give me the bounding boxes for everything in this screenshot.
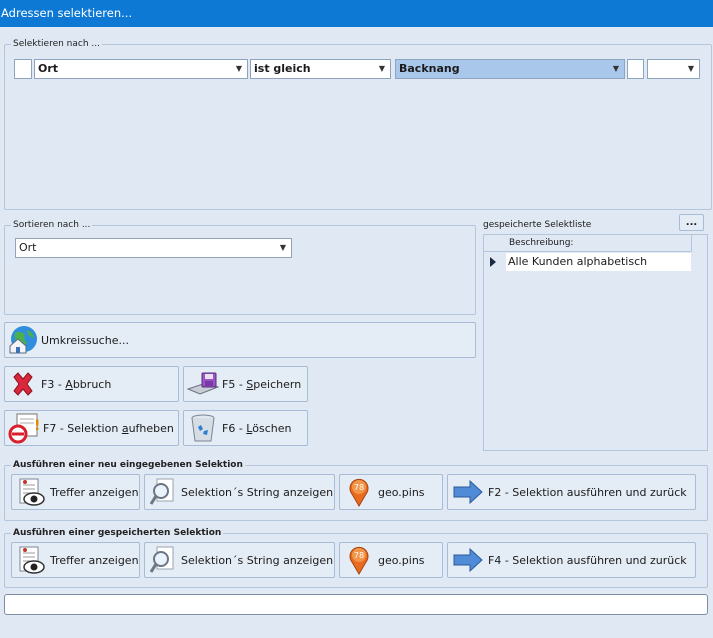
saved-list-column-header: Beschreibung: bbox=[509, 238, 574, 248]
select-suffix-box[interactable] bbox=[627, 59, 644, 79]
sort-field-combo[interactable]: Ort ▼ bbox=[15, 238, 292, 258]
sort-group-legend: Sortieren nach ... bbox=[11, 219, 93, 231]
speichern-button[interactable]: F5 - Speichern bbox=[183, 366, 308, 402]
exec-new-geo-button[interactable]: 78 geo.pins bbox=[339, 474, 443, 510]
saved-list-header: Beschreibung: bbox=[484, 235, 692, 252]
select-field-value: Ort bbox=[38, 62, 59, 75]
exec-saved-string-button[interactable]: Selektion´s String anzeigen bbox=[144, 542, 335, 578]
exec-new-treffer-button[interactable]: Treffer anzeigen bbox=[11, 474, 140, 510]
select-value-text: Backnang bbox=[399, 62, 460, 75]
abbruch-label: F3 - Abbruch bbox=[41, 377, 112, 391]
arrow-right-icon bbox=[448, 547, 488, 573]
saved-list-label: gespeicherte Selektliste bbox=[483, 220, 592, 230]
selektion-aufheben-label: F7 - Selektion aufheben bbox=[43, 421, 174, 435]
chevron-down-icon[interactable]: ▼ bbox=[608, 60, 624, 78]
saved-list-more-label: ... bbox=[685, 217, 698, 228]
exec-saved-geo-label: geo.pins bbox=[378, 553, 425, 567]
exec-saved-execute-label: F4 - Selektion ausführen und zurück bbox=[488, 553, 687, 567]
speichern-label: F5 - Speichern bbox=[222, 377, 302, 391]
no-entry-icon: ! bbox=[5, 412, 43, 444]
map-pin-icon: 78 bbox=[340, 476, 378, 508]
trash-icon bbox=[184, 413, 222, 443]
chevron-down-icon[interactable]: ▼ bbox=[374, 60, 390, 78]
loeschen-button[interactable]: F6 - Löschen bbox=[183, 410, 308, 446]
map-pin-icon: 78 bbox=[340, 544, 378, 576]
select-value-combo[interactable]: Backnang ▼ bbox=[395, 59, 625, 79]
exec-saved-legend: Ausführen einer gespeicherten Selektion bbox=[11, 527, 224, 539]
svg-text:!: ! bbox=[34, 418, 40, 434]
chevron-down-icon[interactable]: ▼ bbox=[683, 60, 699, 78]
saved-list-more-button[interactable]: ... bbox=[679, 214, 704, 231]
exec-new-execute-button[interactable]: F2 - Selektion ausführen und zurück bbox=[447, 474, 696, 510]
magnifier-document-icon bbox=[145, 545, 181, 575]
progress-bar bbox=[4, 594, 708, 615]
close-icon bbox=[5, 371, 41, 397]
chevron-down-icon[interactable]: ▼ bbox=[231, 60, 247, 78]
magnifier-document-icon bbox=[145, 477, 181, 507]
loeschen-label: F6 - Löschen bbox=[222, 421, 292, 435]
abbruch-button[interactable]: F3 - Abbruch bbox=[4, 366, 179, 402]
exec-saved-geo-button[interactable]: 78 geo.pins bbox=[339, 542, 443, 578]
umkreis-label: Umkreissuche... bbox=[41, 333, 129, 347]
sort-field-value: Ort bbox=[19, 241, 37, 254]
selektion-aufheben-button[interactable]: ! F7 - Selektion aufheben bbox=[4, 410, 179, 446]
save-disk-icon bbox=[184, 371, 222, 397]
exec-new-string-button[interactable]: Selektion´s String anzeigen bbox=[144, 474, 335, 510]
globe-icon bbox=[5, 323, 41, 357]
exec-saved-treffer-label: Treffer anzeigen bbox=[50, 553, 139, 567]
eye-document-icon bbox=[12, 477, 50, 507]
select-extra-combo[interactable]: ▼ bbox=[647, 59, 700, 79]
exec-new-legend: Ausführen einer neu eingegebenen Selekti… bbox=[11, 459, 245, 471]
select-field-combo[interactable]: Ort ▼ bbox=[34, 59, 248, 79]
select-group-legend: Selektieren nach ... bbox=[11, 38, 102, 50]
select-prefix-box[interactable] bbox=[14, 59, 32, 79]
saved-list-row-label: Alle Kunden alphabetisch bbox=[506, 253, 691, 271]
exec-saved-execute-button[interactable]: F4 - Selektion ausführen und zurück bbox=[447, 542, 696, 578]
geo-badge-number: 78 bbox=[354, 483, 364, 492]
select-operator-value: ist gleich bbox=[254, 62, 311, 75]
select-operator-combo[interactable]: ist gleich ▼ bbox=[250, 59, 391, 79]
eye-document-icon bbox=[12, 545, 50, 575]
exec-new-geo-label: geo.pins bbox=[378, 485, 425, 499]
row-selector-icon bbox=[490, 257, 496, 267]
window-title: Adressen selektieren... bbox=[0, 0, 713, 27]
arrow-right-icon bbox=[448, 479, 488, 505]
saved-list-grid: Beschreibung: Alle Kunden alphabetisch bbox=[483, 234, 708, 451]
geo-badge-number: 78 bbox=[354, 551, 364, 560]
exec-saved-treffer-button[interactable]: Treffer anzeigen bbox=[11, 542, 140, 578]
exec-saved-string-label: Selektion´s String anzeigen bbox=[181, 553, 334, 567]
table-row[interactable]: Alle Kunden alphabetisch bbox=[484, 253, 691, 271]
exec-new-string-label: Selektion´s String anzeigen bbox=[181, 485, 334, 499]
chevron-down-icon[interactable]: ▼ bbox=[275, 239, 291, 257]
exec-new-execute-label: F2 - Selektion ausführen und zurück bbox=[488, 485, 687, 499]
exec-new-treffer-label: Treffer anzeigen bbox=[50, 485, 139, 499]
umkreis-button[interactable]: Umkreissuche... bbox=[4, 322, 476, 358]
